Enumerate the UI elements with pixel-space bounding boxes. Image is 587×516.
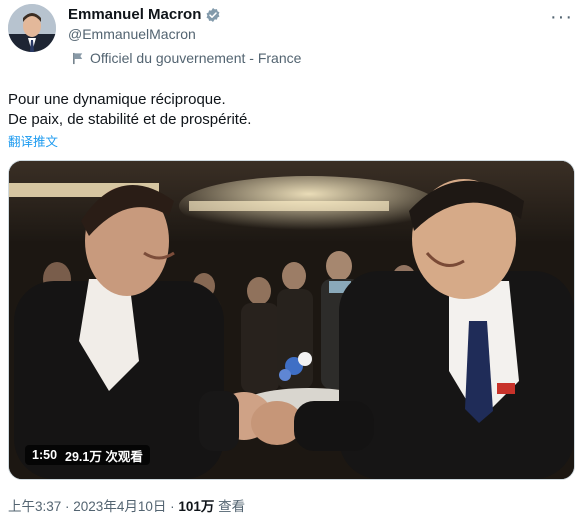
tweet-text-line: De paix, de stabilité et de prospérité. [8,111,252,128]
author-name-row[interactable]: Emmanuel Macron [68,6,221,23]
flag-icon [73,52,83,64]
video-player[interactable]: 1:50 29.1万 次观看 [8,160,575,480]
video-stats-badge: 1:50 29.1万 次观看 [25,445,150,465]
author-display-name[interactable]: Emmanuel Macron [68,6,201,23]
more-options-button[interactable]: ··· [550,6,573,29]
avatar-photo [8,4,56,52]
tweet-time[interactable]: 上午3:37 [8,499,61,514]
meta-separator: · [61,499,74,514]
translate-tweet-link[interactable]: 翻译推文 [8,131,58,150]
tweet-text-line: Pour une dynamique réciproque. [8,91,226,108]
more-icon: ··· [550,6,573,28]
tweet-views-count: 101万 [178,499,215,514]
tweet-meta: 上午3:37 · 2023年4月10日 · 101万 查看 [8,495,245,515]
tweet-date[interactable]: 2023年4月10日 [73,499,166,514]
video-frame [9,161,574,479]
author-handle[interactable]: @EmmanuelMacron [68,26,196,42]
video-view-count: 29.1万 次观看 [65,449,143,464]
video-duration: 1:50 [32,448,58,462]
meta-separator: · [166,499,179,514]
affiliation-text: Officiel du gouvernement - France [90,50,302,66]
tweet-text: Pour une dynamique réciproque. De paix, … [8,90,251,130]
affiliation-label: Officiel du gouvernement - France [72,50,301,66]
author-avatar[interactable] [8,4,56,52]
tweet-views-label: 查看 [214,499,246,514]
verified-badge-icon [206,7,220,22]
